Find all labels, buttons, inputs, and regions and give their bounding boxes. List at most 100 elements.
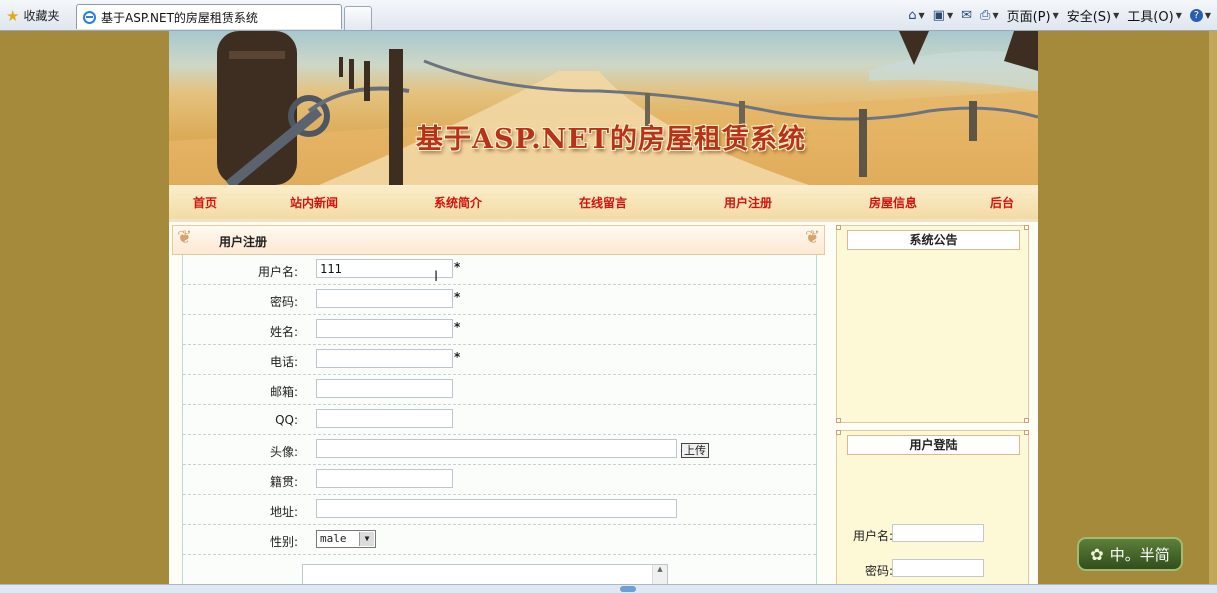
hometown-label: 籍贯: — [269, 475, 298, 489]
form-row-phone: 电话: * — [183, 345, 816, 375]
site-title: 基于ASP.NET的房屋租赁系统 — [416, 124, 807, 155]
chevron-down-icon: ▼ — [1113, 11, 1120, 20]
rss-icon: ▣ — [932, 8, 945, 23]
username-input[interactable]: 111 — [316, 259, 453, 278]
hometown-input[interactable] — [316, 469, 453, 488]
required-mark: * — [454, 290, 461, 304]
login-username-label: 用户名: — [853, 529, 894, 543]
username-label: 用户名: — [257, 265, 298, 279]
form-row-username: 用户名: 111 * I — [183, 255, 816, 285]
banner-illustration — [169, 31, 1038, 185]
safety-menu[interactable]: 安全(S) ▼ — [1067, 6, 1120, 25]
password-input[interactable] — [316, 289, 453, 308]
chevron-down-icon: ▼ — [1175, 11, 1182, 20]
form-row-name: 姓名: * — [183, 315, 816, 345]
mail-icon: ✉ — [961, 8, 973, 23]
nav-item-messages[interactable]: 在线留言 — [579, 194, 627, 211]
nav-item-home[interactable]: 首页 — [193, 194, 217, 211]
safety-menu-label: 安全(S) — [1066, 10, 1112, 25]
register-title: 用户注册 — [219, 235, 268, 249]
new-tab-button[interactable] — [344, 6, 372, 30]
ime-status-badge[interactable]: ✿ 中。半简 — [1077, 537, 1183, 571]
mail-button[interactable]: ✉ — [961, 8, 972, 23]
gender-select-value: male — [320, 532, 347, 545]
login-password-input[interactable] — [892, 559, 984, 577]
chevron-down-icon: ▼ — [946, 11, 954, 20]
favorites-button[interactable]: ★ 收藏夹 — [6, 7, 59, 24]
scroll-ornament-icon: ❦ — [804, 227, 820, 248]
address-label: 地址: — [269, 505, 298, 519]
side-panel: 系统公告 用户登陆 用户名: 密码: — [836, 225, 1029, 592]
required-mark: * — [454, 260, 461, 274]
gender-select[interactable]: male ▼ — [316, 530, 376, 548]
notice-box: 系统公告 — [836, 225, 1029, 423]
chevron-down-icon: ▼ — [1052, 11, 1059, 20]
notice-title: 系统公告 — [847, 230, 1020, 250]
form-row-gender: 性别: male ▼ — [183, 525, 816, 555]
avatar-label: 头像: — [269, 445, 298, 459]
email-input[interactable] — [316, 379, 453, 398]
login-title: 用户登陆 — [847, 435, 1020, 455]
corner-ornament — [1024, 418, 1029, 423]
email-label: 邮箱: — [269, 385, 298, 399]
command-bar: ⌂ ▼ ▣ ▼ ✉ ⎙ ▼ 页面(P) ▼ 安全(S) ▼ 工具(O) ▼ ? ▼ — [908, 6, 1211, 25]
favorites-label: 收藏夹 — [23, 9, 60, 23]
name-label: 姓名: — [269, 325, 298, 339]
phone-input[interactable] — [316, 349, 453, 368]
browser-toolbar: ★ 收藏夹 基于ASP.NET的房屋租赁系统 ⌂ ▼ ▣ ▼ ✉ ⎙ ▼ 页面(P) ▼… — [0, 0, 1217, 31]
corner-ornament — [836, 225, 841, 230]
site-banner: 基于ASP.NET的房屋租赁系统 — [169, 31, 1038, 185]
print-button[interactable]: ⎙ ▼ — [980, 8, 999, 23]
form-row-hometown: 籍贯: — [183, 465, 816, 495]
qq-label: QQ: — [275, 413, 298, 427]
login-box: 用户登陆 用户名: 密码: — [836, 430, 1029, 592]
chevron-down-icon: ▼ — [1204, 11, 1211, 20]
flower-icon: ✿ — [1090, 544, 1104, 564]
form-row-email: 邮箱: — [183, 375, 816, 405]
help-menu[interactable]: ? ▼ — [1189, 9, 1211, 22]
tab-title: 基于ASP.NET的房屋租赁系统 — [101, 10, 258, 25]
scroll-thumb[interactable] — [620, 586, 636, 592]
help-icon: ? — [1189, 9, 1203, 22]
login-username-input[interactable] — [892, 524, 984, 542]
tools-menu[interactable]: 工具(O) ▼ — [1127, 6, 1182, 25]
nav-item-news[interactable]: 站内新闻 — [290, 194, 338, 211]
ime-status-text: 中。半简 — [1109, 545, 1170, 564]
upload-button[interactable]: 上传 — [681, 443, 709, 458]
chevron-down-icon: ▼ — [992, 11, 999, 20]
form-row-avatar: 头像: 上传 — [183, 435, 816, 465]
password-label: 密码: — [269, 295, 298, 309]
register-form: 用户名: 111 * I 密码: * 姓名: * 电话: * 邮箱: QQ: 头… — [182, 255, 817, 592]
required-mark: * — [454, 320, 461, 334]
form-row-address: 地址: — [183, 495, 816, 525]
main-nav: 首页 站内新闻 系统简介 在线留言 用户注册 房屋信息 后台 — [169, 185, 1038, 222]
browser-tab[interactable]: 基于ASP.NET的房屋租赁系统 — [76, 4, 342, 29]
page-vertical-scrollbar[interactable] — [1209, 31, 1217, 584]
feeds-button[interactable]: ▣ ▼ — [933, 8, 953, 23]
qq-input[interactable] — [316, 409, 453, 428]
page-menu[interactable]: 页面(P) ▼ — [1007, 6, 1059, 25]
star-icon: ★ — [6, 6, 20, 25]
nav-item-admin[interactable]: 后台 — [990, 194, 1014, 211]
phone-label: 电话: — [269, 355, 298, 369]
tools-menu-label: 工具(O) — [1127, 10, 1174, 25]
name-input[interactable] — [316, 319, 453, 338]
page-menu-label: 页面(P) — [1006, 10, 1051, 25]
nav-item-register[interactable]: 用户注册 — [724, 194, 772, 211]
chevron-down-icon: ▼ — [918, 11, 925, 20]
nav-item-about[interactable]: 系统简介 — [434, 194, 482, 211]
printer-icon: ⎙ — [980, 8, 991, 23]
address-input[interactable] — [316, 499, 677, 518]
corner-ornament — [836, 418, 841, 423]
corner-ornament — [1024, 225, 1029, 230]
home-icon: ⌂ — [908, 8, 917, 23]
text-cursor-icon: I — [434, 269, 439, 285]
home-button[interactable]: ⌂ ▼ — [908, 8, 924, 23]
avatar-input[interactable] — [316, 439, 677, 458]
chevron-down-icon: ▼ — [359, 532, 374, 546]
web-page: 基于ASP.NET的房屋租赁系统 首页 站内新闻 系统简介 在线留言 用户注册 … — [169, 31, 1038, 592]
required-mark: * — [454, 350, 461, 364]
scroll-ornament-icon: ❦ — [177, 227, 193, 248]
form-row-password: 密码: * — [183, 285, 816, 315]
nav-item-houses[interactable]: 房屋信息 — [869, 194, 917, 211]
